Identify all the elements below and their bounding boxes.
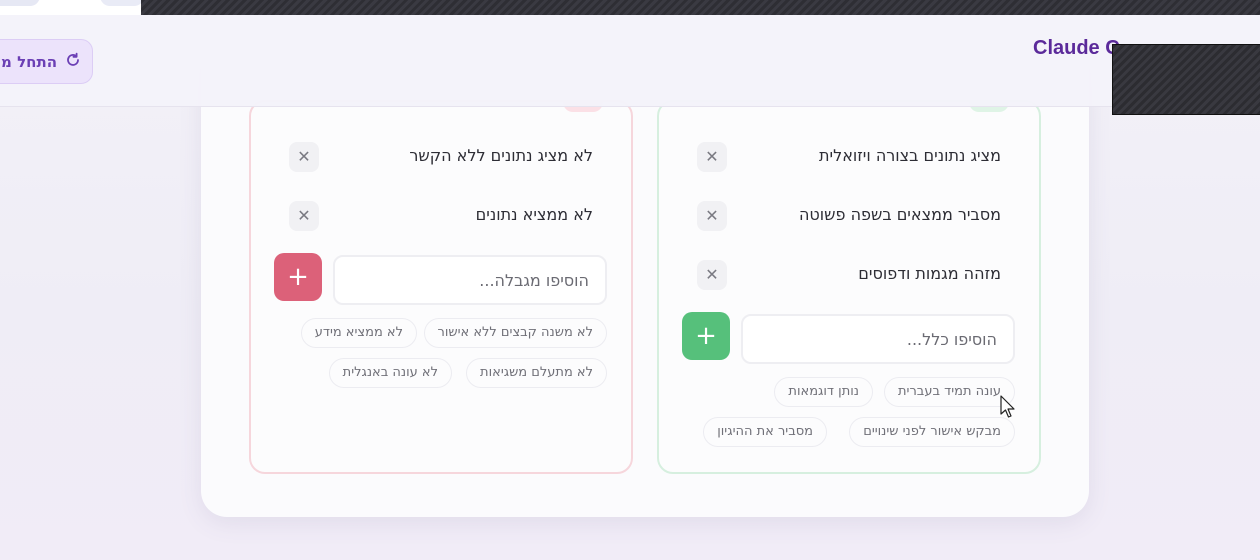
refresh-icon — [65, 52, 81, 72]
dont-rule-item: לא ממציא נתונים ✕ — [251, 198, 631, 234]
app-title: Claude C — [1033, 37, 1120, 59]
rule-label: מציג נתונים בצורה ויזואלית — [819, 146, 1001, 165]
browser-tab-pill[interactable] — [100, 0, 144, 6]
suggestion-chip[interactable]: לא ממציא מידע — [300, 318, 417, 348]
rule-label: מסביר ממצאים בשפה פשוטה — [798, 205, 1001, 224]
suggestion-chip[interactable]: מסביר את ההיגיון — [703, 417, 827, 447]
do-rule-item: מסביר ממצאים בשפה פשוטה ✕ — [659, 198, 1039, 234]
suggestion-chip[interactable]: לא עונה באנגלית — [328, 358, 452, 388]
close-icon[interactable]: ✕ — [289, 201, 319, 231]
plus-icon: + — [695, 321, 717, 351]
add-restriction-input[interactable] — [333, 255, 607, 305]
do-rule-item: מזהה מגמות ודפוסים ✕ — [659, 257, 1039, 293]
dont-rules-column: לא מציג נתונים ללא הקשר ✕ לא ממציא נתוני… — [249, 100, 633, 474]
close-icon[interactable]: ✕ — [697, 201, 727, 231]
top-left-strip — [0, 0, 144, 15]
close-icon[interactable]: ✕ — [697, 260, 727, 290]
mouse-cursor-icon — [1000, 395, 1015, 418]
add-restriction-button[interactable]: + — [274, 253, 322, 301]
add-restriction-row: + — [251, 253, 631, 307]
close-icon[interactable]: ✕ — [697, 142, 727, 172]
rule-label: לא ממציא נתונים — [475, 205, 593, 224]
rule-label: לא מציג נתונים ללא הקשר — [409, 146, 593, 165]
add-rule-row: + — [659, 312, 1039, 366]
rules-card: לא מציג נתונים ללא הקשר ✕ לא ממציא נתוני… — [201, 40, 1089, 517]
suggestion-chip[interactable]: עונה תמיד בעברית — [884, 377, 1015, 407]
dont-rule-item: לא מציג נתונים ללא הקשר ✕ — [251, 139, 631, 175]
browser-tab-pill[interactable] — [0, 0, 40, 6]
do-rule-item: מציג נתונים בצורה ויזואלית ✕ — [659, 139, 1039, 175]
suggestion-chip[interactable]: מבקש אישור לפני שינויים — [849, 417, 1015, 447]
add-rule-button[interactable]: + — [682, 312, 730, 360]
do-rules-column: מציג נתונים בצורה ויזואלית ✕ מסביר ממצאי… — [657, 100, 1041, 474]
rule-label: מזהה מגמות ודפוסים — [858, 264, 1001, 283]
app-header: התחל מ Claude C — [0, 15, 1260, 107]
plus-icon: + — [287, 262, 309, 292]
overlay-panel — [1112, 44, 1260, 115]
suggestion-chip[interactable]: נותן דוגמאות — [774, 377, 873, 407]
restart-button[interactable]: התחל מ — [0, 39, 93, 84]
browser-top-bar — [141, 0, 1260, 15]
restart-label: התחל מ — [1, 52, 58, 71]
suggestion-chip[interactable]: לא משנה קבצים ללא אישור — [423, 318, 607, 348]
close-icon[interactable]: ✕ — [289, 142, 319, 172]
suggestion-chip[interactable]: לא מתעלם משגיאות — [466, 358, 607, 388]
add-rule-input[interactable] — [741, 314, 1015, 364]
